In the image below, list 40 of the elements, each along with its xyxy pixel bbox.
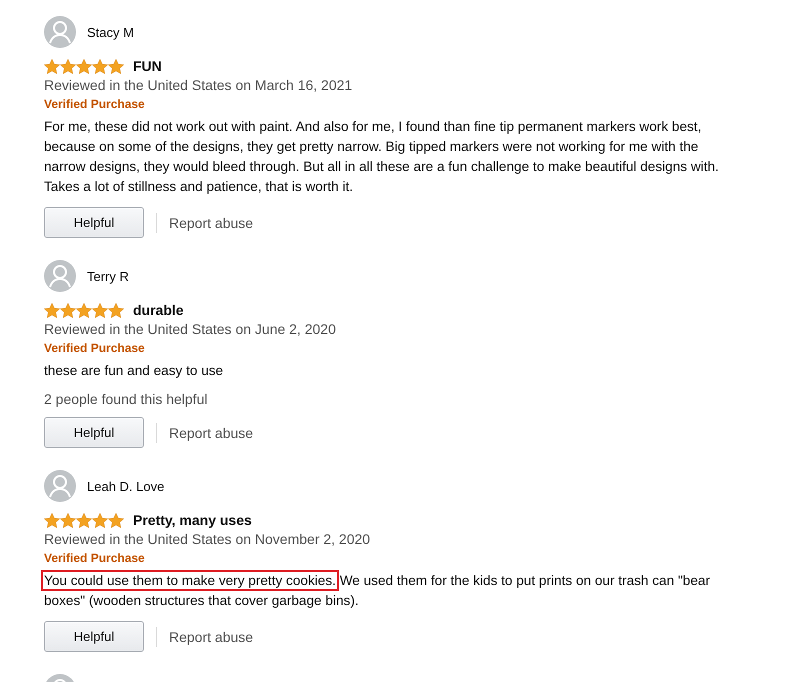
star-icon bbox=[76, 302, 92, 318]
star-icon bbox=[108, 302, 124, 318]
star-icon bbox=[60, 512, 76, 528]
avatar-icon bbox=[44, 16, 76, 48]
report-abuse-link[interactable]: Report abuse bbox=[169, 424, 254, 440]
review-title[interactable]: durable bbox=[133, 302, 184, 318]
star-icon bbox=[60, 302, 76, 318]
star-icon bbox=[76, 58, 92, 74]
avatar-icon bbox=[44, 260, 76, 292]
review-text: these are fun and easy to use bbox=[44, 362, 224, 380]
helpful-button[interactable]: Helpful bbox=[44, 417, 144, 448]
helpful-button[interactable]: Helpful bbox=[44, 621, 144, 652]
review-text: For me, these did not work out with paint. And also for me, I found than fine tip permanent markers work best, because on some of the designs, they get pretty narrow. Big tipped markers were not working for me with the narrow designs, they would bleed through. But all in all these are a fun challenge to make beautiful designs with. Takes a lot of stillness and patience, that is worth it. bbox=[44, 118, 719, 196]
reviewer-name[interactable]: Stacy M bbox=[87, 24, 134, 40]
avatar-icon bbox=[44, 470, 76, 502]
review-date: Reviewed in the United States on March 16, 2021 bbox=[44, 77, 352, 93]
star-icon bbox=[44, 512, 60, 528]
star-icon bbox=[92, 302, 108, 318]
review-date: Reviewed in the United States on June 2, 2020 bbox=[44, 321, 336, 337]
star-icon bbox=[108, 58, 124, 74]
star-icon bbox=[92, 512, 108, 528]
star-icon bbox=[76, 512, 92, 528]
star-icon bbox=[92, 58, 108, 74]
review-text: You could use them to make very pretty cookies. We used them for the kids to put prints on our trash can "bear boxes" (wooden structures that cover garbage bins). bbox=[44, 571, 719, 611]
review-date: Reviewed in the United States on November 2, 2020 bbox=[44, 531, 370, 547]
helpful-count: 2 people found this helpful bbox=[44, 391, 208, 407]
report-abuse-link[interactable]: Report abuse bbox=[169, 628, 254, 644]
star-icon bbox=[60, 58, 76, 74]
reviewer-name[interactable]: Terry R bbox=[87, 268, 129, 284]
verified-purchase-label: Verified Purchase bbox=[44, 97, 145, 111]
review-title[interactable]: Pretty, many uses bbox=[133, 512, 252, 528]
star-icon bbox=[44, 58, 60, 74]
star-icon bbox=[44, 302, 60, 318]
helpful-button[interactable]: Helpful bbox=[44, 207, 144, 238]
verified-purchase-label: Verified Purchase bbox=[44, 341, 145, 355]
review-title[interactable]: FUN bbox=[133, 58, 162, 74]
star-icon bbox=[108, 512, 124, 528]
verified-purchase-label: Verified Purchase bbox=[44, 551, 145, 565]
reviewer-name[interactable]: Leah D. Love bbox=[87, 478, 164, 494]
report-abuse-link[interactable]: Report abuse bbox=[169, 214, 254, 230]
